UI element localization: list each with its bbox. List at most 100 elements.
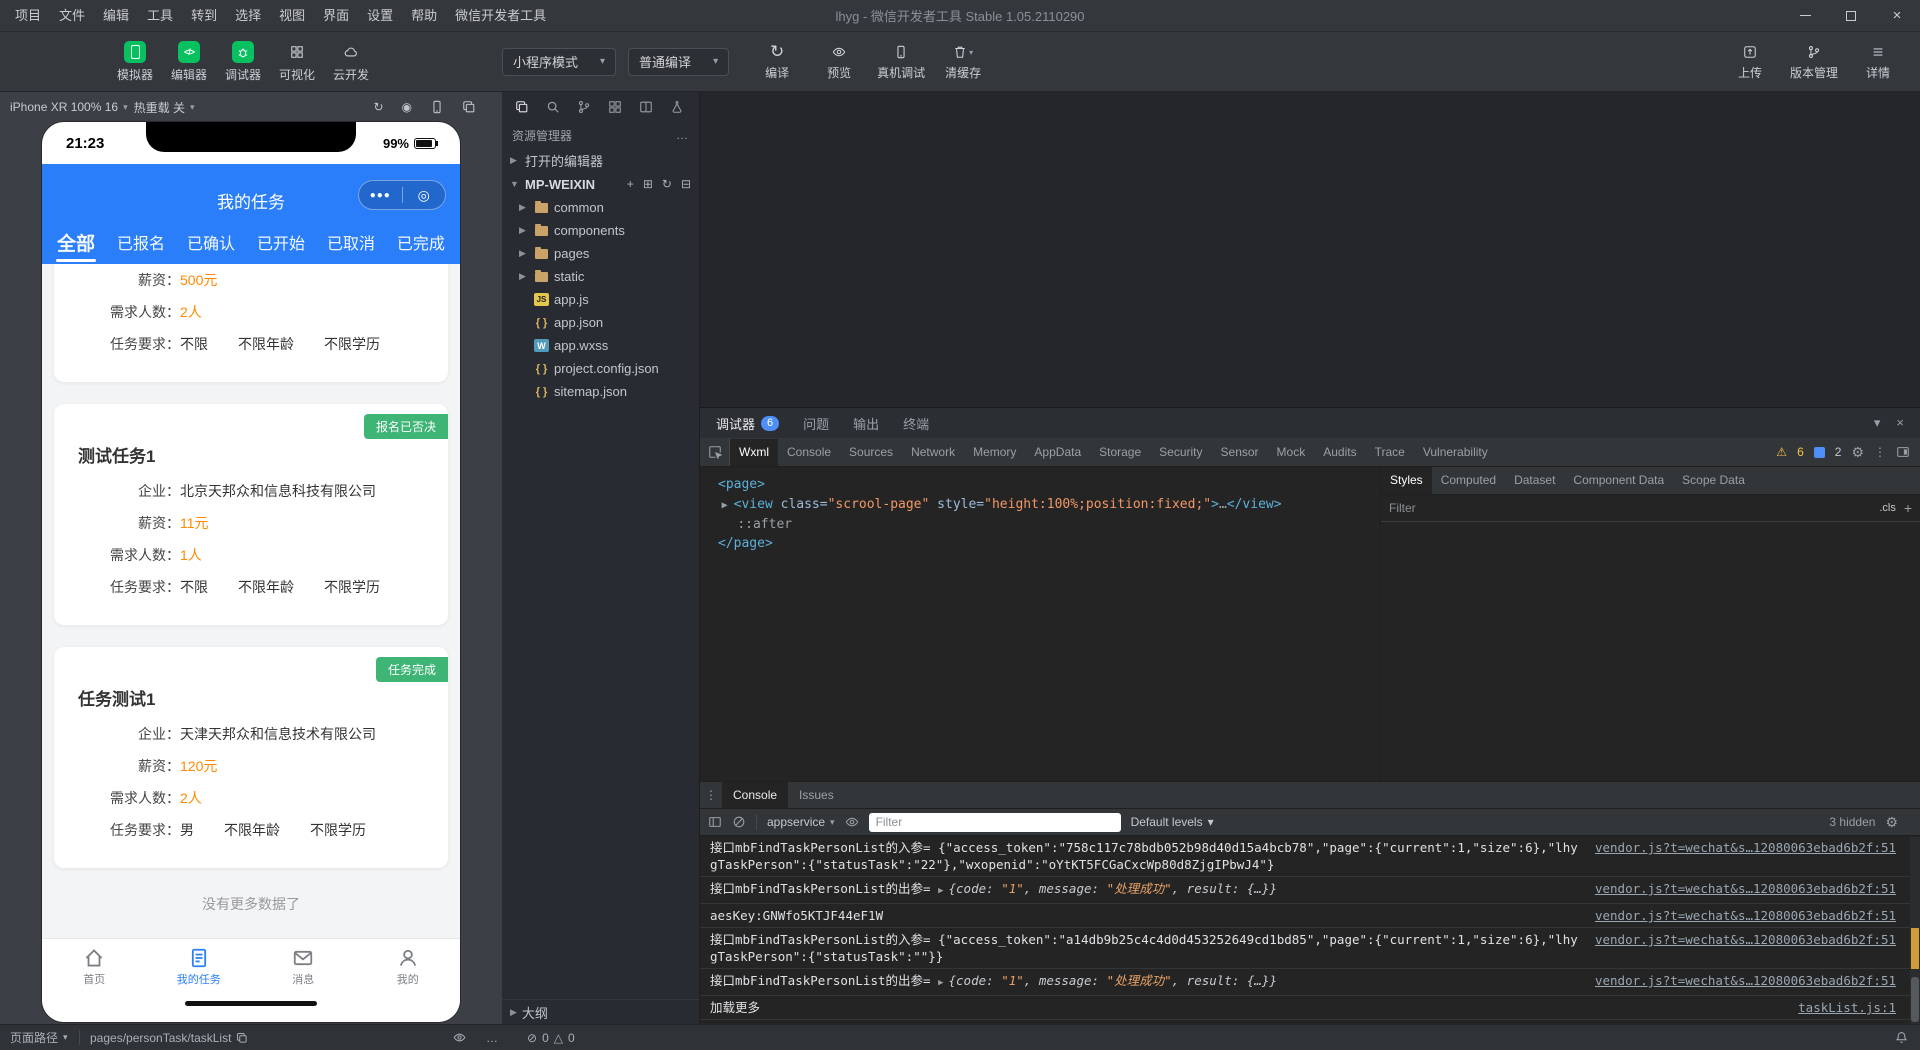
wxml-node-after[interactable]: ::after [706, 515, 1374, 534]
console-settings-icon[interactable]: ⚙ [1885, 814, 1898, 831]
tab-terminal[interactable]: 终端 [903, 414, 929, 433]
devtools-tab[interactable]: Sensor [1212, 439, 1268, 466]
extensions-icon[interactable] [599, 100, 630, 114]
devtools-tab[interactable]: Console [778, 439, 840, 466]
eye-icon[interactable] [453, 1025, 466, 1050]
kebab-menu-icon[interactable]: ⋮ [700, 788, 722, 802]
close-button[interactable]: × [1874, 0, 1920, 31]
hot-reload-select[interactable]: 热重载 关 ▾ [134, 99, 195, 116]
files-icon[interactable] [506, 100, 537, 114]
styles-filter-input[interactable] [1389, 501, 1872, 515]
log-levels-select[interactable]: Default levels ▾ [1131, 815, 1214, 829]
tabbar-my-tasks[interactable]: 我的任务 [147, 939, 252, 994]
wxml-node-page-open[interactable]: <page> [706, 475, 1374, 495]
current-page-path[interactable]: pages/personTask/taskList [90, 1025, 248, 1050]
log-source-link[interactable]: vendor.js?t=wechat&s…12080063ebad6b2f:51 [1595, 907, 1896, 924]
tree-item[interactable]: ▶ JS { } W static [502, 265, 699, 288]
devtools-tab[interactable]: Network [902, 439, 964, 466]
styles-tab[interactable]: Styles [1381, 467, 1432, 494]
tree-item[interactable]: ▶ JS { } W common [502, 196, 699, 219]
tree-item[interactable]: ▶ JS { } W project.config.json [502, 357, 699, 380]
devtools-tab[interactable]: Storage [1090, 439, 1150, 466]
tree-item[interactable]: ▶ JS { } W pages [502, 242, 699, 265]
menu-item[interactable]: 帮助 [402, 0, 446, 31]
outline-section[interactable]: ▶ 大纲 [502, 999, 699, 1024]
close-panel-icon[interactable]: × [1896, 415, 1904, 431]
menu-item[interactable]: 视图 [270, 0, 314, 31]
open-editors-section[interactable]: ▶ 打开的编辑器 [502, 148, 699, 172]
search-icon[interactable] [537, 100, 568, 114]
eye-icon[interactable] [845, 815, 859, 829]
devtools-tab[interactable]: Trace [1366, 439, 1414, 466]
editor-button[interactable]: </> 编辑器 [164, 40, 214, 83]
log-source-link[interactable]: vendor.js?t=wechat&s…12080063ebad6b2f:51 [1595, 972, 1896, 992]
menu-item[interactable]: 编辑 [94, 0, 138, 31]
new-folder-icon[interactable]: ⊞ [643, 177, 653, 191]
menu-item[interactable]: 设置 [358, 0, 402, 31]
menu-item[interactable]: 选择 [226, 0, 270, 31]
clear-cache-button[interactable]: ▾ 清缓存 [935, 42, 991, 81]
device-select[interactable]: iPhone XR 100% 16 ▾ [10, 100, 128, 114]
tabbar-home[interactable]: 首页 [42, 939, 147, 994]
visualization-button[interactable]: 可视化 [272, 41, 322, 83]
task-filter-tab[interactable]: 已开始 [256, 221, 306, 263]
tab-debugger[interactable]: 调试器 6 [716, 414, 780, 433]
task-filter-tab[interactable]: 已完成 [396, 221, 446, 263]
log-source-link[interactable]: taskList.js:1 [1798, 999, 1896, 1016]
expand-object-icon[interactable]: ▶ [938, 886, 943, 896]
split-editor-icon[interactable] [630, 100, 661, 114]
problems-counter[interactable]: ⊘ 0 △ 0 [527, 1025, 575, 1050]
notification-bell-icon[interactable] [1895, 1025, 1908, 1050]
device-rotate-icon[interactable] [430, 100, 444, 114]
cloud-dev-button[interactable]: 云开发 [326, 41, 376, 83]
wxml-node-page-close[interactable]: </page> [706, 534, 1374, 554]
menu-item[interactable]: 转到 [182, 0, 226, 31]
expand-object-icon[interactable]: ▶ [938, 978, 943, 988]
menu-item[interactable]: 界面 [314, 0, 358, 31]
tab-console[interactable]: Console [722, 782, 789, 808]
devtools-tab[interactable]: AppData [1025, 439, 1090, 466]
record-icon[interactable]: ◉ [402, 100, 412, 114]
task-filter-tab[interactable]: 已确认 [186, 221, 236, 263]
minimize-button[interactable] [1782, 0, 1828, 31]
wxml-node-view[interactable]: ▶ <view class="scrool-page" style="height… [706, 495, 1374, 515]
styles-tab[interactable]: Component Data [1564, 467, 1673, 494]
tree-item[interactable]: ▶ JS { } W app.wxss [502, 334, 699, 357]
tree-item[interactable]: ▶ JS { } W sitemap.json [502, 380, 699, 403]
scrollbar-thumb[interactable] [1911, 977, 1919, 1023]
menu-item[interactable]: 微信开发者工具 [446, 0, 555, 31]
tree-item[interactable]: ▶ JS { } W components [502, 219, 699, 242]
task-filter-tab[interactable]: 全部 [56, 220, 97, 265]
menu-item[interactable]: 工具 [138, 0, 182, 31]
devtools-settings-icon[interactable]: ⚙ [1851, 444, 1864, 461]
home-indicator[interactable] [185, 1001, 317, 1006]
real-device-debug-button[interactable]: 真机调试 [873, 42, 929, 81]
task-card[interactable]: 任务完成 任务测试1 企业： 天津天邦众和信息技术有限公司 薪资： 120元 需… [54, 647, 448, 868]
page-path-select[interactable]: 页面路径 ▾ [10, 1025, 68, 1050]
task-card[interactable]: 报名已否决 测试任务1 企业： 北京天邦众和信息科技有限公司 薪资： 11元 需… [54, 404, 448, 625]
tree-item[interactable]: ▶ JS { } W app.json [502, 311, 699, 334]
styles-tab[interactable]: Dataset [1505, 467, 1564, 494]
clear-console-icon[interactable] [732, 815, 746, 829]
devtools-tab[interactable]: Vulnerability [1414, 439, 1497, 466]
compile-mode-select[interactable]: 普通编译 ▾ [628, 47, 730, 76]
float-window-icon[interactable] [462, 100, 476, 114]
version-manage-button[interactable]: 版本管理 [1786, 42, 1842, 81]
compile-button[interactable]: ↻ 编译 [749, 42, 805, 81]
details-button[interactable]: 详情 [1850, 42, 1906, 81]
task-card[interactable]: 薪资： 500元 需求人数： 2人 任务要求： 不限 不限年龄 不限学历 [54, 264, 448, 382]
devtools-tab[interactable]: Wxml [730, 438, 778, 466]
log-source-link[interactable]: vendor.js?t=wechat&s…12080063ebad6b2f:51 [1595, 931, 1896, 965]
new-style-rule-icon[interactable]: + [1904, 500, 1912, 516]
devtools-tab[interactable]: Audits [1314, 439, 1365, 466]
refresh-icon[interactable]: ↻ [373, 100, 383, 114]
preview-button[interactable]: 预览 [811, 42, 867, 81]
tree-item[interactable]: ▶ JS { } W app.js [502, 288, 699, 311]
tab-output[interactable]: 输出 [853, 414, 879, 433]
tab-problems[interactable]: 问题 [803, 414, 829, 433]
kebab-menu-icon[interactable]: ⋮ [1874, 445, 1886, 459]
simulator-button[interactable]: 模拟器 [110, 40, 160, 83]
console-sidebar-toggle-icon[interactable] [708, 815, 722, 829]
log-source-link[interactable]: vendor.js?t=wechat&s…12080063ebad6b2f:51 [1595, 839, 1896, 873]
git-icon[interactable] [568, 100, 599, 114]
